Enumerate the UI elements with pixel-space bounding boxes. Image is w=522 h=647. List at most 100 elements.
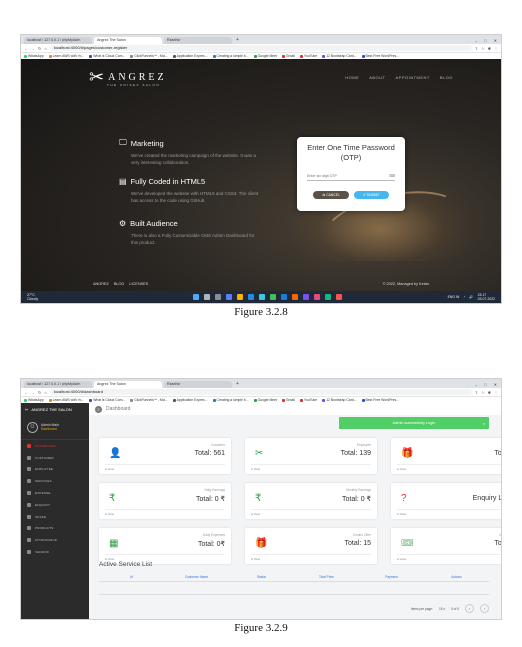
submit-button[interactable]: ✔ SUBMIT xyxy=(353,191,389,199)
nav-home[interactable]: HOME xyxy=(345,75,359,80)
col-total-price[interactable]: Total Price xyxy=(294,575,359,579)
reload-icon[interactable]: ↻ xyxy=(38,46,41,51)
sidebar-item-customer[interactable]: CUSTOMER xyxy=(21,452,89,464)
nav-blog[interactable]: BLOG xyxy=(440,75,453,80)
language-indicator[interactable]: ENG IN xyxy=(448,295,460,299)
app-icon[interactable] xyxy=(302,294,309,300)
footer-link[interactable]: ANGREZ xyxy=(93,282,109,286)
app-icon[interactable] xyxy=(291,294,298,300)
home-icon[interactable]: ⌂ xyxy=(44,46,46,51)
next-page-icon[interactable]: › xyxy=(480,604,489,613)
star-icon[interactable]: ☆ xyxy=(481,46,485,51)
horizontal-scrollbar[interactable] xyxy=(99,588,489,595)
bookmark[interactable]: ClickFunnels™ - Ma... xyxy=(130,398,168,402)
bookmark[interactable]: 12 Bootstrap Card... xyxy=(322,54,357,58)
home-icon[interactable]: ⌂ xyxy=(44,390,46,395)
view-link[interactable]: ● View xyxy=(105,509,225,516)
close-icon[interactable]: ✕ xyxy=(494,37,497,44)
view-link[interactable]: ● View xyxy=(105,464,225,471)
footer-link[interactable]: BLOG xyxy=(114,282,125,286)
share-icon[interactable]: ⇪ xyxy=(475,46,478,51)
col-status[interactable]: Status xyxy=(229,575,294,579)
maximize-icon[interactable]: □ xyxy=(484,381,486,388)
nav-about[interactable]: ABOUT xyxy=(369,75,385,80)
bookmark[interactable]: What is Cloud Com... xyxy=(89,54,125,58)
browser-tab-active[interactable]: Angrez The Salon xyxy=(94,381,162,388)
prev-page-icon[interactable]: ‹ xyxy=(465,604,474,613)
bookmark[interactable]: 12 Bootstrap Card... xyxy=(322,398,357,402)
view-link[interactable]: ● View xyxy=(397,554,501,561)
edge-icon[interactable] xyxy=(258,294,265,300)
maximize-icon[interactable]: □ xyxy=(484,37,486,44)
view-link[interactable]: ● View xyxy=(397,509,501,516)
sidebar-item-expense[interactable]: EXPENSE xyxy=(21,487,89,499)
star-icon[interactable]: ☆ xyxy=(481,390,485,395)
reload-icon[interactable]: ↻ xyxy=(38,390,41,395)
bookmark[interactable]: Creating a simple b... xyxy=(212,54,249,58)
store-icon[interactable] xyxy=(247,294,254,300)
bookmark[interactable]: YouTube xyxy=(299,398,317,402)
view-link[interactable]: ● View xyxy=(397,464,501,471)
back-icon[interactable]: ← xyxy=(24,390,28,395)
sidebar-item-offer[interactable]: OFFER xyxy=(21,511,89,523)
volume-icon[interactable]: 🔊 xyxy=(469,295,473,299)
bookmark[interactable]: Google Meet xyxy=(253,398,277,402)
close-icon[interactable]: × xyxy=(483,421,485,426)
bookmark[interactable]: Gmail xyxy=(282,398,295,402)
extensions-icon[interactable]: ✱ xyxy=(488,390,491,395)
sidebar-item-enquiry[interactable]: ENQUIRY xyxy=(21,499,89,511)
sidebar-item-dashboard[interactable]: DASHBOARD xyxy=(21,440,89,452)
sidebar-item-products[interactable]: PRODUCTS xyxy=(21,523,89,535)
browser-tab-active[interactable]: Angrez The Salon xyxy=(94,37,162,44)
rows-per-page-select[interactable]: 15 ▾ xyxy=(439,607,445,611)
view-link[interactable]: ● View xyxy=(251,464,371,471)
browser-tab[interactable]: localhost / 127.0.0.1 / phpMyAdm xyxy=(24,37,92,44)
view-link[interactable]: ● View xyxy=(251,554,371,561)
sidebar-user[interactable]: ☺ Admin Main Dashboard xyxy=(21,415,89,440)
close-icon[interactable]: ✕ xyxy=(494,381,497,388)
col-id[interactable]: Id xyxy=(99,575,164,579)
bookmark[interactable]: WhatsApp xyxy=(24,54,44,58)
browser-tab[interactable]: Rzanhkr xyxy=(164,37,232,44)
bookmark[interactable]: Gmail xyxy=(282,54,295,58)
minimize-icon[interactable]: – xyxy=(475,381,477,388)
bookmark[interactable]: Learn AWS with Yo... xyxy=(48,398,84,402)
chat-icon[interactable] xyxy=(225,294,232,300)
view-link[interactable]: ● View xyxy=(105,554,225,561)
sidebar-item-vendor[interactable]: VENDOR xyxy=(21,546,89,558)
sidebar-brand[interactable]: ✂ ANGREZ THE SALON xyxy=(21,403,89,415)
col-payment[interactable]: Payment xyxy=(359,575,424,579)
weather-widget[interactable]: 27°C Cloudy xyxy=(21,293,87,301)
browser-tab[interactable]: localhost / 127.0.0.1 / phpMyAdm xyxy=(24,381,92,388)
vscode-icon[interactable] xyxy=(280,294,287,300)
sidebar-item-attendance[interactable]: ATTENDANCE xyxy=(21,534,89,546)
bookmark[interactable]: YouTube xyxy=(299,54,317,58)
app-icon[interactable] xyxy=(335,294,342,300)
bookmark[interactable]: What is Cloud Com... xyxy=(89,398,125,402)
new-tab-icon[interactable]: + xyxy=(234,381,241,388)
minimize-icon[interactable]: – xyxy=(475,37,477,44)
bookmark[interactable]: Application Expres... xyxy=(172,398,208,402)
bookmark[interactable]: Creating a simple b... xyxy=(212,398,249,402)
col-customer-name[interactable]: Customer Name xyxy=(164,575,229,579)
bookmark[interactable]: Best Free WordPres... xyxy=(361,54,399,58)
bookmark[interactable]: Best Free WordPres... xyxy=(361,398,399,402)
bookmark[interactable]: Application Expres... xyxy=(172,54,208,58)
windows-start-icon[interactable] xyxy=(192,294,199,300)
col-actions[interactable]: Actions xyxy=(424,575,489,579)
wifi-icon[interactable]: ◔ xyxy=(463,295,465,299)
task-view-icon[interactable] xyxy=(214,294,221,300)
bookmark[interactable]: Google Meet xyxy=(253,54,277,58)
extensions-icon[interactable]: ✱ xyxy=(488,46,491,51)
otp-input[interactable] xyxy=(307,173,387,178)
browser-tab[interactable]: Rzanhkr xyxy=(164,381,232,388)
bookmark[interactable]: Learn AWS with Yo... xyxy=(48,54,84,58)
clock[interactable]: 23:17 03-07-2022 xyxy=(478,293,495,301)
nav-appointment[interactable]: APPOINTMENT xyxy=(395,75,429,80)
back-icon[interactable]: ← xyxy=(24,46,28,51)
cancel-button[interactable]: ⊗ CANCEL xyxy=(313,191,349,199)
bookmark[interactable]: ClickFunnels™ - Ma... xyxy=(130,54,168,58)
app-icon[interactable] xyxy=(324,294,331,300)
salon-logo[interactable]: ✂ ANGREZ THE UNISEX SALON xyxy=(89,67,167,88)
forward-icon[interactable]: → xyxy=(31,46,35,51)
